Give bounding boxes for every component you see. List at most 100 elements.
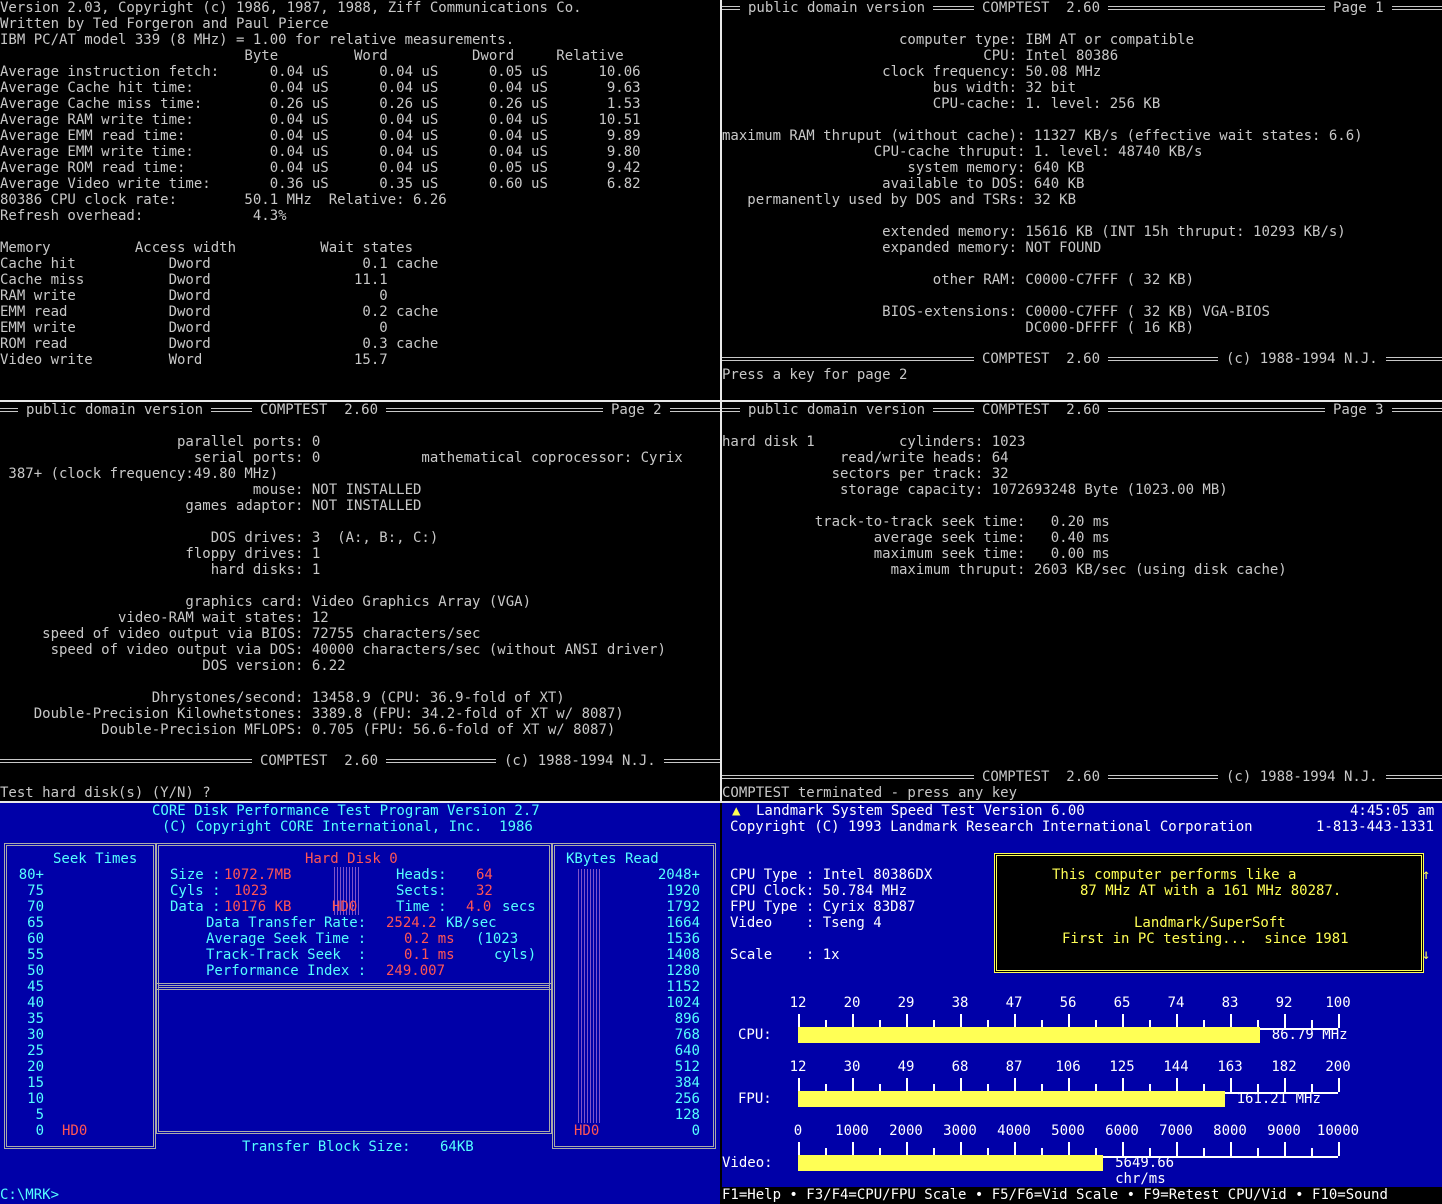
scale-tick [960,1142,962,1156]
prompt-text: Test hard disk(s) (Y/N) ? [0,785,211,801]
text-line: Average Video write time: 0.36 uS 0.35 u… [0,176,641,192]
comptest-page2-pane: public domain version COMPTEST 2.60 Page… [0,402,720,801]
data-label: Data : [170,899,221,915]
scale-tick [1068,1014,1070,1028]
gauge-tick-label: 200 [1325,1059,1351,1075]
text-line: CPU: Intel 80386 [722,48,1119,64]
track-seek-label: Track-Track Seek : [206,947,367,963]
landmark-copyright: Copyright (C) 1993 Landmark Research Int… [730,819,1253,835]
kbytes-axis-label: 1024 [666,995,700,1011]
scale-tick [1176,1014,1178,1028]
text-line: clock frequency: 50.08 MHz [722,64,1102,80]
kbytes-bar [578,869,602,1123]
heads-value: 64 [476,867,493,883]
perf-index-label: Performance Index : [206,963,367,979]
text-line: Memory Access width Wait states [0,240,414,256]
kbytes-axis-label: 1408 [666,947,700,963]
scale-tick [1014,1078,1016,1092]
memory-benchmark-pane: Version 2.03, Copyright (c) 1986, 1987, … [0,0,720,400]
scale-tick [1257,1148,1259,1156]
scale-tick [1284,1078,1286,1092]
footer-copyright: (c) 1988-1994 N.J. [496,753,664,769]
hard-disk-title: Hard Disk 0 [305,851,398,867]
dos-prompt[interactable]: C:\MRK> [0,1187,59,1203]
scale-tick [1068,1142,1070,1156]
text-line: computer type: IBM AT or compatible [722,32,1195,48]
text-line: Average EMM read time: 0.04 uS 0.04 uS 0… [0,128,641,144]
text-line: Average Cache hit time: 0.04 uS 0.04 uS … [0,80,641,96]
scale-tick [852,1078,854,1092]
seek-axis-label: 20 [27,1059,44,1075]
track-seek-note: cyls) [494,947,537,963]
text-line: Average EMM write time: 0.04 uS 0.04 uS … [0,144,641,160]
text-line: storage capacity: 1072693248 Byte (1023.… [722,482,1228,498]
kbytes-axis-label: 1536 [666,931,700,947]
fpu-label: FPU: [738,1091,772,1107]
cyls-value: 1023 [234,883,268,899]
avg-seek-note: (1023 [476,931,519,947]
text-line: maximum RAM thruput (without cache): 113… [722,128,1363,144]
header-left: public domain version [740,0,934,16]
scale-tick [1230,1142,1232,1156]
footer-copyright: (c) 1988-1994 N.J. [1218,351,1386,367]
scale-tick [852,1142,854,1156]
block-size-value: 64KB [440,1139,474,1155]
core-copyright: (C) Copyright CORE International, Inc. 1… [162,819,533,835]
video-label: Video: [722,1155,773,1171]
cpu-result: 86.79 MHz [1271,1027,1348,1043]
text-line: DOS version: 6.22 [0,658,346,674]
block-size-label: Transfer Block Size: [242,1139,411,1155]
header-left: public domain version [740,402,934,418]
track-seek-value: 0.1 ms [404,947,455,963]
text-line: DC000-DFFFF ( 16 KB) [722,320,1195,336]
function-key-help[interactable]: F1=Help • F3/F4=CPU/FPU Scale • F5/F6=Vi… [722,1187,1388,1203]
seek-axis-label: 40 [27,995,44,1011]
text-line: Average ROM read time: 0.04 uS 0.04 uS 0… [0,160,641,176]
scroll-down-icon[interactable]: ↓ [1422,947,1430,963]
seek-drive-label: HD0 [62,1123,88,1139]
kbytes-axis-label: 512 [674,1059,700,1075]
time-label: Time : [396,899,447,915]
text-line: Version 2.03, Copyright (c) 1986, 1987, … [0,0,582,16]
text-line: bus width: 32 bit [722,80,1077,96]
data-value: 10176 KB [224,899,292,915]
text-line: Dhrystones/second: 13458.9 (CPU: 36.9-fo… [0,690,565,706]
header-page: Page 3 [1325,402,1392,418]
page-footer: COMPTEST 2.60 (c) 1988-1994 N.J. [0,753,720,769]
cpu-bar [798,1027,1260,1043]
text-line: EMM write Dword 0 [0,320,388,336]
cpu-clock: CPU Clock: 50.784 MHz [730,883,908,899]
scale-tick [798,1014,800,1028]
scale-tick [1068,1078,1070,1092]
video-type: Video : Tseng 4 [730,915,882,931]
text-line: read/write heads: 64 [722,450,1009,466]
seek-axis-label: 10 [27,1091,44,1107]
sects-label: Sects: [396,883,447,899]
page-header: public domain version COMPTEST 2.60 Page… [0,402,720,418]
text-line: 387+ (clock frequency:49.80 MHz) [0,466,279,482]
phone-number: 1-813-443-1331 [1316,819,1435,835]
text-line: CPU-cache: 1. level: 256 KB [722,96,1161,112]
text-line: graphics card: Video Graphics Array (VGA… [0,594,532,610]
text-line: EMM read Dword 0.2 cache [0,304,439,320]
prompt-text: COMPTEST terminated - press any key [722,785,1018,801]
scale-tick [1122,1014,1124,1028]
heads-label: Heads: [396,867,447,883]
text-line: Byte Word Dword Relative [0,48,624,64]
text-line: 80386 CPU clock rate: 50.1 MHz Relative:… [0,192,447,208]
cyls-label: Cyls : [170,883,230,899]
kbytes-axis-label: 896 [674,1011,700,1027]
text-line: Video write Word 15.7 [0,352,388,368]
scale-tick [906,1142,908,1156]
seek-axis-label: 5 [35,1107,44,1123]
scale-tick [1230,1078,1232,1092]
scale-tick [852,1014,854,1028]
transfer-rate-unit: KB/sec [446,915,497,931]
core-disk-test-pane: CORE Disk Performance Test Program Versi… [0,803,720,1204]
text-line: ROM read Dword 0.3 cache [0,336,439,352]
landmark-speed-test-pane: ▲ Landmark System Speed Test Version 6.0… [722,803,1442,1204]
scale-tick [798,1078,800,1092]
scroll-up-icon[interactable]: ↑ [1422,867,1430,883]
text-line: games adaptor: NOT INSTALLED [0,498,422,514]
sects-value: 32 [476,883,493,899]
